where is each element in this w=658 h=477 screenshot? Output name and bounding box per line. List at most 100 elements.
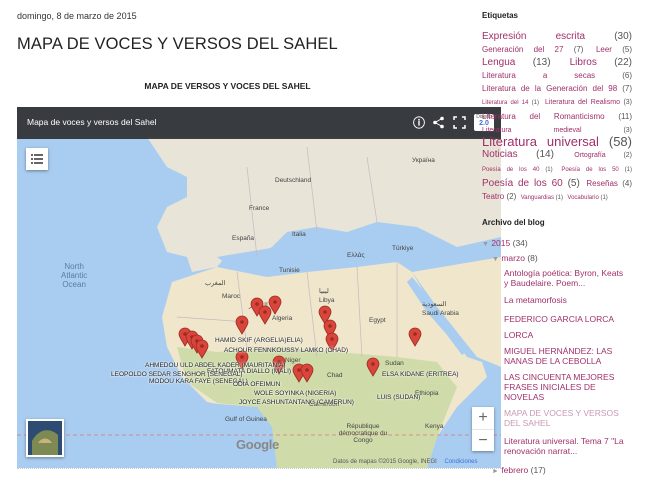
map-label: السعودية	[422, 301, 447, 308]
label-link[interactable]: Literatura del 14 (1)	[482, 100, 539, 106]
label-name[interactable]: Vanguardias	[521, 195, 554, 201]
label-link[interactable]: Literatura medieval (3)	[482, 127, 632, 134]
label-name[interactable]: Leer	[596, 45, 612, 54]
label-name[interactable]: Reseñas	[586, 179, 618, 188]
label-count: (11)	[618, 112, 632, 121]
label-link[interactable]: Vanguardias (1)	[521, 195, 563, 201]
label-name[interactable]: Poesía de los 60	[482, 178, 563, 189]
archive-month-link[interactable]: marzo	[501, 253, 525, 263]
map-label: Egypt	[369, 317, 386, 324]
map-label: Deutschland	[275, 177, 312, 184]
label-name[interactable]: Teatro	[482, 192, 504, 201]
label-link[interactable]: Ortografía (2)	[574, 152, 632, 159]
label-count: (13)	[532, 57, 551, 68]
embedded-map[interactable]: Україна Deutschland France España Italia…	[17, 107, 501, 468]
label-link[interactable]: Literatura a secas (6)	[482, 71, 632, 80]
place-label: ELSA KIDANE (ERITREA)	[382, 371, 459, 378]
label-count: (2)	[506, 192, 517, 201]
archive-post-link[interactable]: MIGUEL HERNÁNDEZ: LAS NANAS DE LA CEBOLL…	[504, 346, 629, 366]
label-name[interactable]: Ortografía	[574, 152, 606, 159]
label-count: (6)	[622, 71, 632, 80]
label-link[interactable]: Poesía de los 50 (1)	[561, 167, 632, 173]
label-name[interactable]: Poesía de los 40	[482, 167, 539, 173]
label-name[interactable]: Literatura del 14	[482, 100, 528, 106]
info-icon[interactable]: ⓘ	[413, 116, 425, 130]
label-count: (4)	[622, 179, 632, 188]
label-link[interactable]: Poesía de los 60 (5)	[482, 178, 580, 189]
archive-month-row[interactable]: ▼ marzo (8)	[492, 253, 538, 263]
label-name[interactable]: Generación del 27	[482, 45, 563, 54]
label-name[interactable]: Literatura de la Generación del 98	[482, 84, 617, 93]
label-link[interactable]: Libros (22)	[570, 57, 632, 68]
archive-post-link[interactable]: LORCA	[504, 330, 629, 340]
terms-link[interactable]: Condiciones	[444, 459, 477, 465]
label-link[interactable]: Generación del 27 (7)	[482, 45, 583, 54]
label-count: (3)	[623, 99, 632, 106]
label-link[interactable]: Literatura de la Generación del 98 (7)	[482, 84, 632, 93]
label-name[interactable]: Poesía de los 50	[561, 167, 618, 173]
archive-year-link[interactable]: 2015	[491, 238, 510, 248]
archive-post-link[interactable]: LAS CINCUENTA MEJORES FRASES INICIALES D…	[504, 372, 629, 402]
share-icon[interactable]	[432, 116, 445, 132]
label-name[interactable]: Noticias	[482, 149, 518, 160]
archive-month-row[interactable]: ► febrero (17)	[492, 465, 546, 475]
archive-title: Archivo del blog	[482, 218, 545, 227]
archive-post-link[interactable]: La metamorfosis	[504, 295, 629, 305]
map-pin-icon[interactable]	[300, 363, 314, 383]
map-pin-icon[interactable]	[366, 357, 380, 377]
map-label: Türkiye	[392, 245, 414, 252]
place-label: ODIA OFEIMUN	[233, 381, 281, 388]
label-link[interactable]: Leer (5)	[596, 45, 632, 54]
archive-post-link[interactable]: FEDERICO GARCIA LORCA	[504, 314, 629, 324]
label-link[interactable]: Literatura universal (58)	[482, 134, 632, 149]
label-link[interactable]: Literatura del Realismo (3)	[545, 99, 632, 106]
place-label: WOLE SOYINKA (NIGERIA)	[254, 390, 337, 397]
label-link[interactable]: Vocabulario (1)	[567, 195, 607, 201]
zoom-in-button[interactable]: +	[472, 407, 494, 430]
labels-title: Etiquetas	[482, 11, 519, 20]
expand-right-icon[interactable]: ►	[492, 468, 499, 475]
archive-post-link[interactable]: MAPA DE VOCES Y VERSOS DEL SAHEL	[504, 408, 629, 428]
map-pin-icon[interactable]	[258, 305, 272, 325]
post-title[interactable]: MAPA DE VOCES Y VERSOS DEL SAHEL	[17, 35, 338, 54]
post-subtitle: MAPA DE VERSOS Y VOCES DEL SAHEL	[144, 81, 311, 91]
archive-month-count: (8)	[527, 253, 538, 263]
label-link[interactable]: Lengua (13)	[482, 57, 551, 68]
map-pin-icon[interactable]	[195, 339, 209, 359]
label-name[interactable]: Libros	[570, 57, 597, 68]
label-count: (5)	[567, 178, 580, 189]
label-link[interactable]: Teatro (2)	[482, 192, 516, 201]
map-title: Mapa de voces y versos del Sahel	[27, 117, 157, 127]
map-pin-icon[interactable]	[408, 327, 422, 347]
label-name[interactable]: Literatura del Romanticismo	[482, 112, 605, 121]
archive-post-link[interactable]: Literatura universal. Tema 7 "La renovac…	[504, 436, 629, 456]
label-count: (5)	[622, 45, 632, 54]
label-name[interactable]: Vocabulario	[567, 195, 598, 201]
label-link[interactable]: Poesía de los 40 (1)	[482, 167, 553, 173]
label-link[interactable]: Reseñas (4)	[586, 179, 632, 188]
zoom-out-button[interactable]: −	[472, 430, 494, 452]
legend-toggle-button[interactable]	[26, 148, 48, 170]
map-label: Kenya	[425, 423, 444, 430]
map-label: Україна	[412, 157, 435, 164]
map-label: République démocratique du Congo	[338, 423, 388, 444]
expand-down-icon[interactable]: ▼	[482, 241, 489, 248]
label-name[interactable]: Expresión escrita	[482, 31, 585, 42]
satellite-view-thumbnail[interactable]	[26, 419, 64, 457]
fullscreen-icon[interactable]	[453, 116, 466, 132]
label-name[interactable]: Lengua	[482, 57, 515, 68]
label-count: (58)	[608, 134, 632, 149]
archive-post-link[interactable]: Antología poética: Byron, Keats y Baudel…	[504, 268, 629, 288]
divider	[17, 468, 501, 469]
label-link[interactable]: Literatura del Romanticismo (11)	[482, 112, 632, 121]
label-name[interactable]: Literatura del Realismo	[545, 99, 620, 106]
map-pin-icon[interactable]	[235, 315, 249, 335]
archive-year-row[interactable]: ▼ 2015 (34)	[482, 238, 528, 248]
archive-month-link[interactable]: febrero	[501, 465, 528, 475]
label-name[interactable]: Literatura a secas	[482, 71, 595, 80]
label-link[interactable]: Expresión escrita (30)	[482, 31, 632, 42]
label-name[interactable]: Literatura universal	[482, 134, 599, 149]
expand-down-icon[interactable]: ▼	[492, 256, 499, 263]
label-name[interactable]: Literatura medieval	[482, 127, 582, 134]
label-link[interactable]: Noticias (14)	[482, 149, 554, 160]
